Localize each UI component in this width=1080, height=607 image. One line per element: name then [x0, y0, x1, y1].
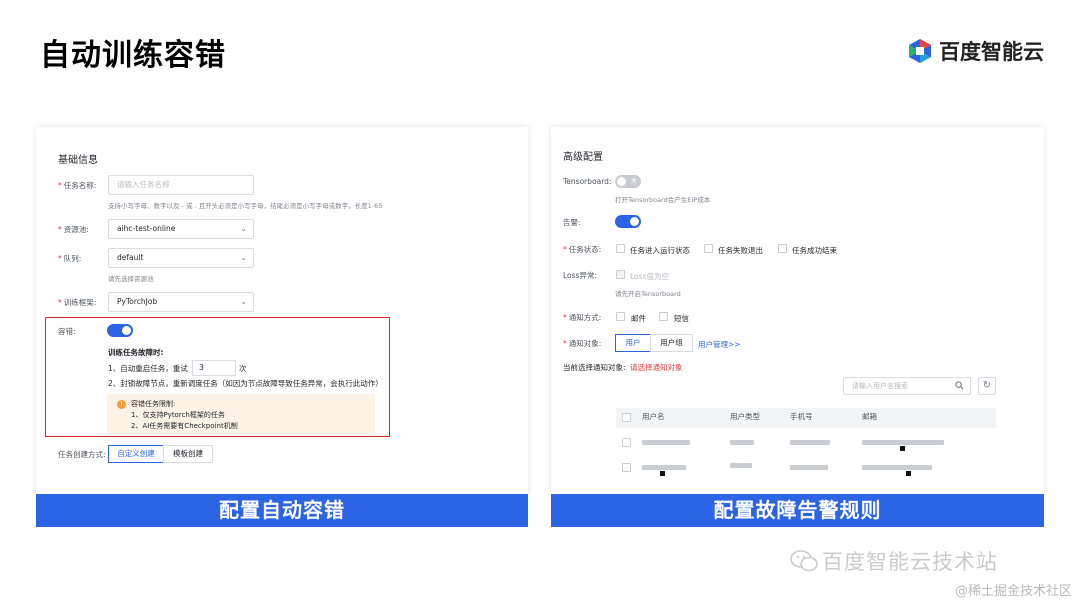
- sms-checkbox[interactable]: [659, 312, 668, 321]
- th-user-type: 用户类型: [730, 412, 760, 421]
- redaction-mark: [900, 446, 905, 451]
- redaction-mark: [906, 471, 911, 476]
- chevron-down-icon: ⌄: [240, 297, 247, 306]
- fault-heading: 训练任务故障时:: [108, 348, 164, 357]
- refresh-icon[interactable]: ↻: [978, 377, 996, 395]
- status-success-checkbox[interactable]: [778, 244, 787, 253]
- select-all-checkbox[interactable]: [622, 413, 631, 422]
- th-phone: 手机号: [790, 412, 813, 421]
- row-checkbox[interactable]: [622, 463, 631, 472]
- tensorboard-hint: 打开Tensorboard会产生EIP成本: [615, 196, 711, 204]
- retry-suffix: 次: [239, 364, 247, 373]
- fault-tolerance-toggle[interactable]: [107, 324, 133, 337]
- search-icon: [955, 381, 964, 390]
- limits-title: 容错任务限制:: [131, 400, 176, 408]
- fault-limits-notice: ! 容错任务限制: 1、仅支持Pytorch框架的任务 2、AI任务需要有Che…: [107, 394, 375, 434]
- status-running-checkbox[interactable]: [616, 244, 625, 253]
- redacted-username: [642, 440, 690, 445]
- task-name-hint: 支持小写字母、数字以及 - 或 . 且开头必须是小写字母，结尾必须是小写字母或数…: [108, 202, 383, 210]
- slide: 自动训练容错 百度智能云 基础信息 * 任务名称: 请输入任务名称 支持小写字母、…: [0, 0, 1080, 607]
- row-checkbox[interactable]: [622, 438, 631, 447]
- fault-tolerance-label: 容错:: [58, 327, 76, 336]
- redacted-email: [862, 465, 932, 470]
- brand-logo: 百度智能云: [907, 36, 1044, 66]
- redacted-phone: [790, 465, 828, 470]
- create-method-label: 任务创建方式:: [58, 450, 106, 459]
- cloud-logo-icon: [909, 39, 931, 63]
- warning-icon: !: [117, 400, 126, 409]
- task-name-input[interactable]: 请输入任务名称: [108, 175, 254, 195]
- queue-select[interactable]: default ⌄: [108, 248, 254, 268]
- limit-item-2: 2、AI任务需要有Checkpoint机制: [131, 422, 238, 430]
- loss-empty-checkbox[interactable]: [616, 270, 625, 279]
- slide-title: 自动训练容错: [40, 38, 226, 73]
- email-checkbox[interactable]: [616, 312, 625, 321]
- status-failed-label: 任务失败退出: [718, 246, 763, 255]
- caption-fault-tolerance: 配置自动容错: [36, 494, 528, 527]
- email-label: 邮件: [631, 314, 646, 323]
- section-title-advanced: 高级配置: [563, 152, 603, 163]
- template-create-button[interactable]: 模板创建: [163, 445, 213, 463]
- current-target-label: 当前选择通知对象:: [563, 363, 626, 372]
- watermark-juejin: @稀土掘金技术社区: [954, 584, 1072, 599]
- framework-select[interactable]: PyTorchJob ⌄: [108, 292, 254, 312]
- watermark-wechat: 百度智能云技术站: [790, 546, 998, 576]
- redacted-user-type: [730, 440, 754, 445]
- limit-item-1: 1、仅支持Pytorch框架的任务: [131, 411, 225, 419]
- tab-user-group[interactable]: 用户组: [650, 334, 693, 352]
- framework-label: * 训练框架:: [58, 298, 97, 307]
- redacted-user-type: [730, 463, 752, 468]
- custom-create-button[interactable]: 自定义创建: [108, 445, 164, 463]
- section-title-basic: 基础信息: [58, 155, 98, 166]
- tensorboard-label: Tensorboard:: [563, 177, 612, 186]
- tensorboard-toggle[interactable]: 关: [615, 175, 641, 188]
- task-status-label: * 任务状态:: [563, 245, 602, 254]
- loss-hint: 请先开启Tensorboard: [615, 290, 681, 298]
- brand-name: 百度智能云: [939, 40, 1044, 64]
- task-name-label: * 任务名称:: [58, 181, 97, 190]
- reschedule-text: 2、封锁故障节点，重新调度任务（如因为节点故障导致任务异常，会执行此动作）: [108, 379, 383, 388]
- status-success-label: 任务成功结束: [792, 246, 837, 255]
- chevron-down-icon: ⌄: [240, 253, 247, 262]
- alert-toggle[interactable]: [615, 215, 641, 228]
- notify-target-label: * 通知对象:: [563, 339, 602, 348]
- tab-user[interactable]: 用户: [615, 334, 651, 352]
- th-email: 邮箱: [862, 412, 877, 421]
- redaction-mark: [660, 471, 665, 476]
- user-management-link[interactable]: 用户管理>>: [698, 339, 741, 350]
- redacted-email: [862, 440, 944, 445]
- wechat-icon: [790, 550, 818, 572]
- retry-prefix: 1、自动重启任务，重试: [108, 364, 188, 373]
- th-username: 用户名: [642, 412, 665, 421]
- notify-method-label: * 通知方式:: [563, 313, 602, 322]
- current-target-value: 请选择通知对象: [630, 363, 683, 372]
- queue-label: * 队列:: [58, 254, 82, 263]
- sms-label: 短信: [674, 314, 689, 323]
- queue-hint: 请先选择资源池: [108, 275, 154, 283]
- redacted-username: [642, 465, 686, 470]
- retry-count-input[interactable]: 3: [192, 360, 236, 376]
- alert-label: 告警:: [563, 218, 581, 227]
- status-running-label: 任务进入运行状态: [630, 246, 690, 255]
- loss-anomaly-label: Loss异常:: [563, 271, 597, 280]
- caption-alert-rules: 配置故障告警规则: [551, 494, 1044, 527]
- loss-empty-label: Loss值为空: [630, 272, 669, 281]
- user-search-input[interactable]: 请输入用户名搜索: [843, 377, 971, 395]
- status-failed-checkbox[interactable]: [704, 244, 713, 253]
- redacted-phone: [790, 440, 830, 445]
- resource-pool-label: * 资源池:: [58, 225, 89, 234]
- chevron-down-icon: ⌄: [240, 224, 247, 233]
- resource-pool-select[interactable]: aihc-test-online ⌄: [108, 219, 254, 239]
